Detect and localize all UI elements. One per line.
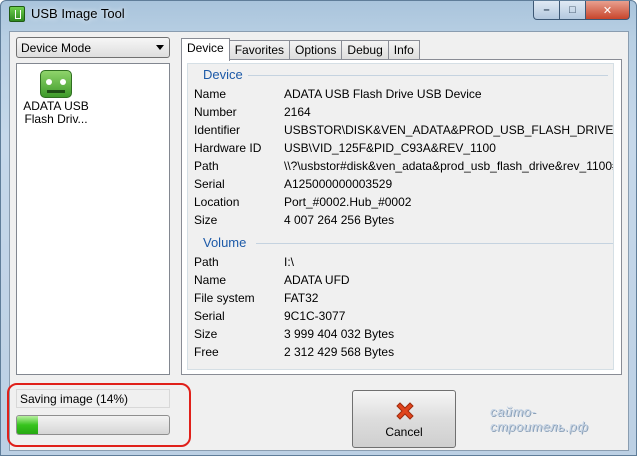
row-label: Hardware ID bbox=[194, 141, 262, 155]
row-label: Size bbox=[194, 213, 218, 227]
row-label: Size bbox=[194, 327, 218, 341]
row-label: Identifier bbox=[194, 123, 241, 137]
info-row: Size 4 007 264 256 Bytes bbox=[194, 213, 613, 231]
row-value: 3 999 404 032 Bytes bbox=[284, 327, 395, 341]
client-area: Device Mode ADATA USB Flash Driv... Savi… bbox=[7, 31, 629, 451]
highlight-ring bbox=[7, 383, 191, 447]
row-label: File system bbox=[194, 291, 255, 305]
section-divider bbox=[248, 75, 608, 76]
title-bar[interactable]: USB Image Tool – □ ✕ bbox=[1, 1, 636, 29]
chevron-down-icon bbox=[156, 45, 164, 50]
cancel-button[interactable]: Cancel bbox=[352, 390, 456, 448]
device-label-line2: Flash Driv... bbox=[24, 112, 88, 126]
device-section-title: Device bbox=[203, 67, 247, 82]
minimize-button[interactable]: – bbox=[533, 1, 560, 20]
info-row: Serial 9C1C-3077 bbox=[194, 309, 613, 327]
row-value: ADATA USB Flash Drive USB Device bbox=[284, 87, 482, 101]
row-label: Serial bbox=[194, 309, 225, 323]
device-item-adata[interactable]: ADATA USB Flash Driv... bbox=[21, 70, 91, 132]
info-row: Size 3 999 404 032 Bytes bbox=[194, 327, 613, 345]
info-row: Name ADATA USB Flash Drive USB Device bbox=[194, 87, 613, 105]
watermark-text: сайто-строитель.рф bbox=[490, 404, 589, 434]
mode-dropdown[interactable]: Device Mode bbox=[16, 37, 170, 58]
info-row: Identifier USBSTOR\DISK&VEN_ADATA&PROD_U… bbox=[194, 123, 614, 141]
tab-options[interactable]: Options bbox=[289, 40, 343, 60]
device-tab-panel: Device Name ADATA USB Flash Drive USB De… bbox=[181, 59, 622, 375]
cancel-x-icon bbox=[396, 402, 414, 420]
minimize-icon: – bbox=[543, 4, 550, 16]
info-row: Location Port_#0002.Hub_#0002 bbox=[194, 195, 613, 213]
row-label: Path bbox=[194, 159, 219, 173]
window-controls: – □ ✕ bbox=[533, 1, 630, 21]
close-button[interactable]: ✕ bbox=[586, 1, 630, 20]
info-row: File system FAT32 bbox=[194, 291, 613, 309]
info-row: Hardware ID USB\VID_125F&PID_C93A&REV_11… bbox=[194, 141, 613, 159]
row-label: Location bbox=[194, 195, 240, 209]
tab-debug[interactable]: Debug bbox=[341, 40, 389, 60]
row-value: 4 007 264 256 Bytes bbox=[284, 213, 395, 227]
row-value: 2164 bbox=[284, 105, 311, 119]
tab-device[interactable]: Device bbox=[181, 38, 230, 61]
info-group: Device Name ADATA USB Flash Drive USB De… bbox=[187, 63, 614, 370]
info-row: Free 2 312 429 568 Bytes bbox=[194, 345, 613, 363]
mode-dropdown-value: Device Mode bbox=[21, 41, 92, 55]
row-label: Serial bbox=[194, 177, 225, 191]
tab-info[interactable]: Info bbox=[387, 40, 420, 60]
row-value: USB\VID_125F&PID_C93A&REV_1100 bbox=[284, 141, 496, 155]
device-list[interactable]: ADATA USB Flash Driv... bbox=[16, 63, 170, 375]
info-row: Serial A125000000003529 bbox=[194, 177, 613, 195]
tab-favorites[interactable]: Favorites bbox=[228, 40, 291, 60]
info-row: Number 2164 bbox=[194, 105, 613, 123]
usb-drive-icon bbox=[40, 70, 72, 98]
row-value: ADATA UFD bbox=[284, 273, 350, 287]
row-label: Path bbox=[194, 255, 219, 269]
info-row: Name ADATA UFD bbox=[194, 273, 613, 291]
row-label: Name bbox=[194, 87, 227, 101]
close-icon: ✕ bbox=[602, 4, 613, 17]
row-label: Free bbox=[194, 345, 219, 359]
row-value: \\?\usbstor#disk&ven_adata&prod_usb_flas… bbox=[284, 159, 613, 173]
app-icon bbox=[9, 6, 25, 22]
section-divider bbox=[256, 243, 613, 244]
row-label: Name bbox=[194, 273, 227, 287]
info-row: Path \\?\usbstor#disk&ven_adata&prod_usb… bbox=[194, 159, 613, 177]
row-value: 9C1C-3077 bbox=[284, 309, 346, 323]
row-label: Number bbox=[194, 105, 237, 119]
app-window: USB Image Tool – □ ✕ Device Mode ADATA U… bbox=[0, 0, 637, 456]
maximize-icon: □ bbox=[569, 4, 576, 16]
row-value: 2 312 429 568 Bytes bbox=[284, 345, 395, 359]
window-title: USB Image Tool bbox=[31, 6, 125, 21]
volume-section-title: Volume bbox=[203, 235, 251, 250]
tab-strip: Device Favorites Options Debug Info bbox=[181, 38, 420, 61]
info-row: Path I:\ bbox=[194, 255, 613, 273]
cancel-label: Cancel bbox=[385, 425, 423, 439]
maximize-button[interactable]: □ bbox=[560, 1, 586, 20]
row-value: I:\ bbox=[284, 255, 295, 269]
device-label: ADATA USB Flash Driv... bbox=[21, 100, 91, 126]
row-value: USBSTOR\DISK&VEN_ADATA&PROD_USB_FLASH_DR… bbox=[284, 123, 614, 137]
row-value: Port_#0002.Hub_#0002 bbox=[284, 195, 412, 209]
row-value: A125000000003529 bbox=[284, 177, 393, 191]
row-value: FAT32 bbox=[284, 291, 319, 305]
